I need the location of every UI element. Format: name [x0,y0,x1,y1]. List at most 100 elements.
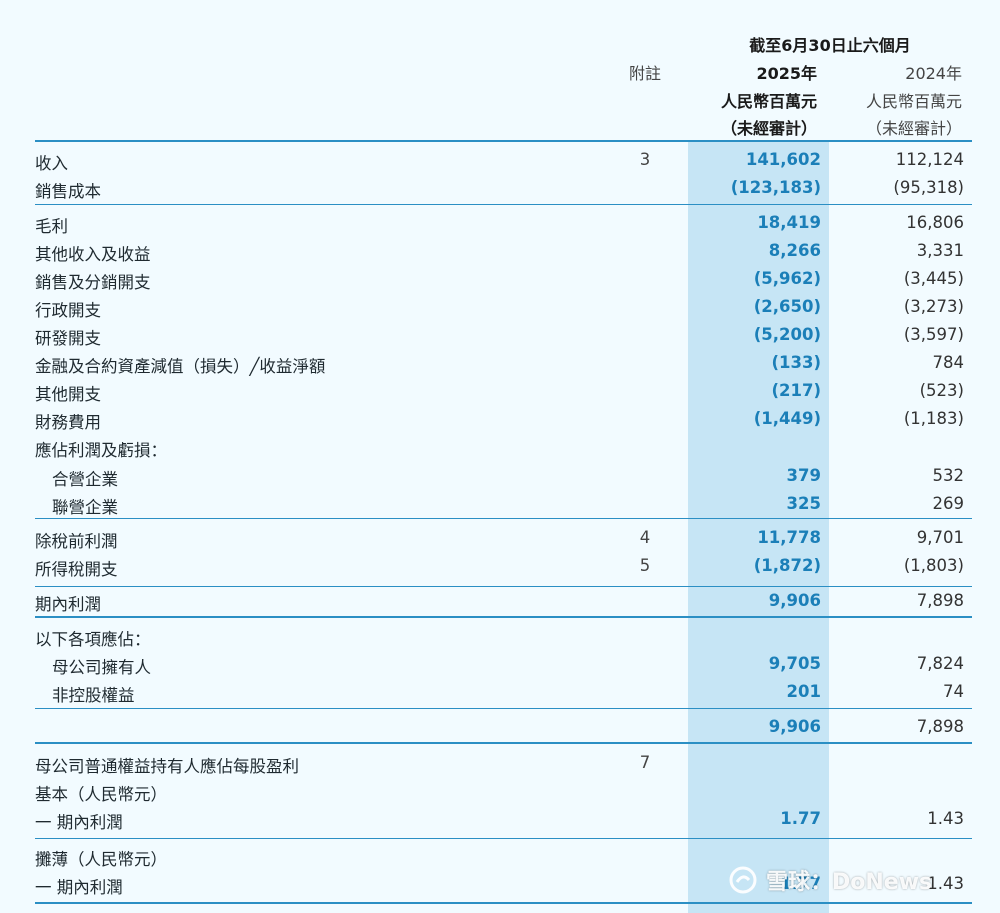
value-2025: (2,650) [753,297,821,316]
table-row: 期內利潤 9,906 7,898 [0,587,1000,615]
value-2025: 18,419 [757,213,821,232]
table-row: 一 期內利潤 1.77 1.43 [0,805,1000,833]
table-row: 應佔利潤及虧損： [0,433,1000,461]
table-row: 其他開支 (217) (523) [0,377,1000,405]
row-note: 5 [639,556,651,575]
period-heading: 截至6月30日止六個月 [749,36,911,55]
value-2025: 9,705 [768,654,821,673]
value-2024: (3,273) [903,297,964,316]
value-2025: 11,778 [757,528,821,547]
bottom-rule [35,902,972,904]
table-row: 銷售成本 (123,183) (95,318) [0,174,1000,202]
table-row: 基本（人民幣元） [0,777,1000,805]
row-label: 攤薄（人民幣元） [35,850,167,869]
value-2025: 201 [786,682,821,701]
table-row: 母公司擁有人 9,705 7,824 [0,650,1000,678]
row-label: 所得稅開支 [35,560,118,579]
table-row: 所得稅開支 5 (1,872) (1,803) [0,552,1000,580]
value-2024: 269 [932,494,965,513]
value-2024: 74 [943,682,964,701]
value-2024: 3,331 [916,241,964,260]
divider [35,838,972,839]
value-2024: 1.43 [927,809,964,828]
row-label: 基本（人民幣元） [35,785,167,804]
value-2024: (95,318) [893,178,964,197]
value-2025: 141,602 [745,150,821,169]
row-label: 非控股權益 [52,686,135,705]
row-note: 7 [639,753,651,772]
value-2024: (1,183) [903,409,964,428]
value-2025: 9,906 [768,717,821,736]
value-2025: (1,449) [753,409,821,428]
watermark: 雪球：DoNews [728,860,978,900]
value-2025: 8,266 [768,241,821,260]
row-label: 行政開支 [35,301,101,320]
value-2024: 784 [932,353,965,372]
value-2024: 532 [932,466,965,485]
row-note: 3 [639,150,651,169]
watermark-text: 雪球：DoNews [766,870,933,895]
row-label: 研發開支 [35,329,101,348]
year-2025-heading: 2025年 [756,64,817,83]
divider [35,708,972,709]
value-2024: (523) [919,381,964,400]
value-2025: (1,872) [753,556,821,575]
row-label: 一 期內利潤 [35,813,123,832]
table-row: 合營企業 379 532 [0,462,1000,490]
row-label: 母公司擁有人 [52,658,151,677]
value-2025: (133) [771,353,821,372]
row-label: 一 期內利潤 [35,878,123,897]
value-2024: 9,701 [916,528,964,547]
row-label: 其他收入及收益 [35,245,151,264]
audit-2024-heading: （未經審計） [865,119,962,138]
value-2025: 1.77 [780,809,821,828]
header-rule [35,140,972,142]
table-row: 以下各項應佔： [0,622,1000,650]
table-row: 研發開支 (5,200) (3,597) [0,321,1000,349]
table-row: 行政開支 (2,650) (3,273) [0,293,1000,321]
value-2025: (217) [771,381,821,400]
row-label: 應佔利潤及虧損： [35,441,167,460]
table-row: 聯營企業 325 269 [0,490,1000,518]
row-label: 母公司普通權益持有人應佔每股盈利 [35,757,299,776]
row-label: 其他開支 [35,385,101,404]
divider [35,204,972,205]
row-label: 銷售成本 [35,182,101,201]
table-row: 非控股權益 201 74 [0,678,1000,706]
value-2024: (1,803) [903,556,964,575]
table-row: 財務費用 (1,449) (1,183) [0,405,1000,433]
unit-2025-heading: 人民幣百萬元 [720,92,817,111]
row-label: 聯營企業 [52,498,118,517]
divider [35,742,972,744]
row-label: 金融及合約資產減值（損失）╱收益淨額 [35,357,326,376]
table-row: 母公司普通權益持有人應佔每股盈利 7 [0,749,1000,777]
table-row: 金融及合約資產減值（損失）╱收益淨額 (133) 784 [0,349,1000,377]
value-2025: 379 [786,466,821,485]
row-label: 毛利 [35,217,68,236]
row-label: 合營企業 [52,470,118,489]
value-2024: 112,124 [895,150,964,169]
row-label: 收入 [35,154,68,173]
value-2025: 325 [786,494,821,513]
row-label: 以下各項應佔： [35,630,151,649]
value-2024: 7,824 [916,654,964,673]
table-row: 除稅前利潤 4 11,778 9,701 [0,524,1000,552]
table-row: 9,906 7,898 [0,713,1000,741]
value-2025: (123,183) [730,178,821,197]
value-2024: 16,806 [906,213,964,232]
table-row: 銷售及分銷開支 (5,962) (3,445) [0,265,1000,293]
value-2025: (5,200) [753,325,821,344]
audit-2025-heading: （未經審計） [720,119,817,138]
note-heading: 附註 [628,64,661,83]
value-2025: 9,906 [768,591,821,610]
snowball-logo-icon [729,866,757,894]
table-row: 其他收入及收益 8,266 3,331 [0,237,1000,265]
value-2024: (3,445) [903,269,964,288]
table-row: 收入 3 141,602 112,124 [0,146,1000,174]
row-label: 銷售及分銷開支 [35,273,151,292]
row-label: 期內利潤 [35,595,101,614]
row-note: 4 [639,528,651,547]
table-row: 毛利 18,419 16,806 [0,209,1000,237]
value-2025: (5,962) [753,269,821,288]
value-2024: (3,597) [903,325,964,344]
